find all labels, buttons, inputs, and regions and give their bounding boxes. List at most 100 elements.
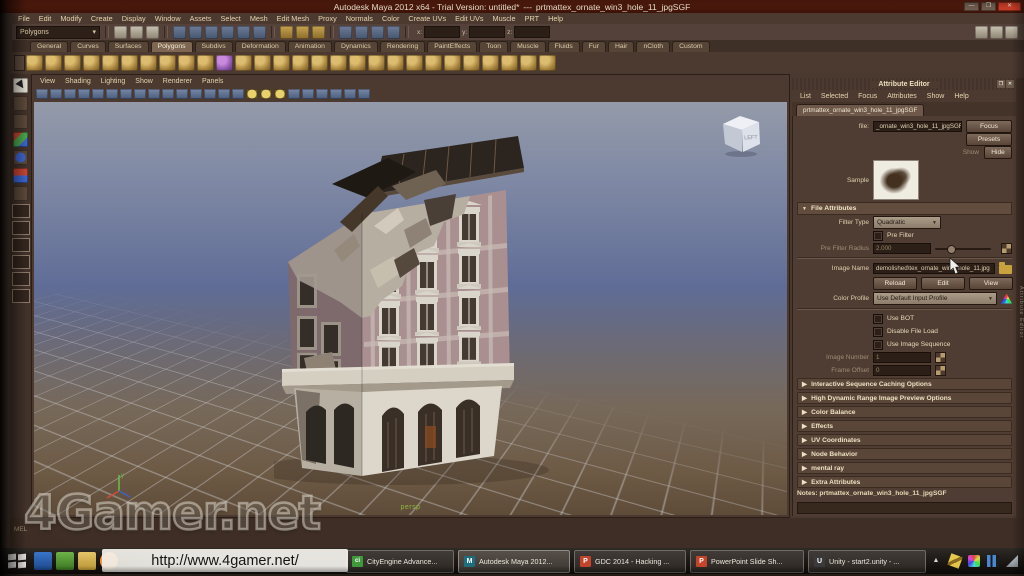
attribute-editor-header[interactable]: Attribute Editor ❐ ✕ bbox=[792, 78, 1016, 90]
taskbar-button-gdc-presentation[interactable]: P GDC 2014 - Hacking ... bbox=[574, 550, 686, 573]
shelf-tab-muscle[interactable]: Muscle bbox=[510, 41, 546, 52]
view-button[interactable]: View bbox=[969, 277, 1013, 290]
menu-item-assets[interactable]: Assets bbox=[190, 14, 212, 23]
section-uv-coordinates[interactable]: ▶ UV Coordinates bbox=[797, 434, 1012, 446]
section-extra-attributes[interactable]: ▶ Extra Attributes bbox=[797, 476, 1012, 488]
poly-tool-icon[interactable] bbox=[368, 55, 385, 71]
viewport-lighting-icon[interactable] bbox=[246, 89, 258, 99]
rotate-tool-icon[interactable] bbox=[13, 150, 28, 165]
frame-offset-field[interactable]: 0 bbox=[873, 365, 931, 376]
poly-tool-icon[interactable] bbox=[292, 55, 309, 71]
use-image-sequence-checkbox[interactable] bbox=[873, 340, 883, 350]
panel-restore-icon[interactable]: ❐ bbox=[997, 80, 1005, 88]
shelf-menu-handle[interactable] bbox=[14, 55, 25, 71]
paint-select-tool-icon[interactable] bbox=[13, 114, 28, 129]
viewport-toolbar-icon[interactable] bbox=[218, 89, 230, 99]
poly-tool-icon[interactable] bbox=[406, 55, 423, 71]
shelf-tab-rendering[interactable]: Rendering bbox=[380, 41, 425, 52]
shelf-tab-curves[interactable]: Curves bbox=[70, 41, 106, 52]
shelf-tab-polygons[interactable]: Polygons bbox=[151, 41, 193, 52]
menu-item-prt[interactable]: PRT bbox=[525, 14, 539, 23]
poly-tool-icon[interactable] bbox=[520, 55, 537, 71]
focus-button[interactable]: Focus bbox=[966, 120, 1012, 133]
menu-item-color[interactable]: Color bbox=[382, 14, 399, 23]
panel-menu-shading[interactable]: Shading bbox=[65, 78, 91, 85]
scene-file-icon[interactable] bbox=[114, 26, 127, 39]
history-tool-icon[interactable] bbox=[312, 26, 325, 39]
menu-item-edit-uvs[interactable]: Edit UVs bbox=[455, 14, 483, 23]
pre-filter-radius-slider[interactable] bbox=[935, 248, 991, 250]
app-taskbar-icon[interactable] bbox=[56, 552, 74, 570]
panel-menu-lighting[interactable]: Lighting bbox=[101, 78, 126, 85]
title-bar[interactable]: Autodesk Maya 2012 x64 - Trial Version: … bbox=[0, 0, 1024, 13]
panel-menu-view[interactable]: View bbox=[40, 78, 55, 85]
viewport-toolbar-icon[interactable] bbox=[148, 89, 160, 99]
ae-menu-help[interactable]: Help bbox=[954, 93, 968, 100]
poly-primitive-icon[interactable] bbox=[121, 55, 138, 71]
reload-button[interactable]: Reload bbox=[873, 277, 917, 290]
shelf-tab-toon[interactable]: Toon bbox=[479, 41, 508, 52]
viewport-display-icon[interactable] bbox=[302, 89, 314, 99]
section-node-behavior[interactable]: ▶ Node Behavior bbox=[797, 448, 1012, 460]
shelf-tab-animation[interactable]: Animation bbox=[288, 41, 332, 52]
disable-file-load-checkbox[interactable] bbox=[873, 327, 883, 337]
section-effects[interactable]: ▶ Effects bbox=[797, 420, 1012, 432]
snap-tool-icon[interactable] bbox=[173, 26, 186, 39]
snap-tool-icon[interactable] bbox=[221, 26, 234, 39]
map-texture-icon[interactable] bbox=[935, 365, 946, 376]
scale-tool-icon[interactable] bbox=[13, 168, 28, 183]
viewport-display-icon[interactable] bbox=[330, 89, 342, 99]
viewport-lighting-icon[interactable] bbox=[274, 89, 286, 99]
ae-menu-list[interactable]: List bbox=[800, 93, 811, 100]
shelf-tab-fur[interactable]: Fur bbox=[582, 41, 606, 52]
viewport-display-icon[interactable] bbox=[344, 89, 356, 99]
tray-expand-icon[interactable]: ▲ bbox=[930, 555, 942, 567]
viewport-display-icon[interactable] bbox=[316, 89, 328, 99]
poly-tool-icon[interactable] bbox=[349, 55, 366, 71]
display-tray-icon[interactable] bbox=[968, 555, 980, 567]
filter-type-dropdown[interactable]: Quadratic ▼ bbox=[873, 216, 941, 229]
history-tool-icon[interactable] bbox=[296, 26, 309, 39]
explorer-taskbar-icon[interactable] bbox=[78, 552, 96, 570]
panel-toggle-icon[interactable] bbox=[1005, 26, 1018, 39]
section-color-balance[interactable]: ▶ Color Balance bbox=[797, 406, 1012, 418]
poly-primitive-icon[interactable] bbox=[45, 55, 62, 71]
taskbar-button-maya[interactable]: M Autodesk Maya 2012... bbox=[458, 550, 570, 573]
start-button[interactable] bbox=[4, 551, 30, 571]
poly-tool-icon[interactable] bbox=[254, 55, 271, 71]
y-input[interactable] bbox=[469, 26, 505, 38]
attribute-editor-side-tab[interactable]: Attribute Editor bbox=[1016, 78, 1024, 546]
poly-primitive-icon[interactable] bbox=[197, 55, 214, 71]
menu-item-window[interactable]: Window bbox=[155, 14, 181, 23]
viewport-toolbar-icon[interactable] bbox=[190, 89, 202, 99]
shelf-tab-ncloth[interactable]: nCloth bbox=[636, 41, 670, 52]
viewport-layout-button[interactable] bbox=[12, 238, 30, 252]
poly-tool-icon[interactable] bbox=[330, 55, 347, 71]
section-file-attributes[interactable]: ▼ File Attributes bbox=[797, 202, 1012, 215]
file-name-field[interactable]: _ornate_win3_hole_11_jpgSGF bbox=[873, 121, 962, 132]
poly-primitive-icon[interactable] bbox=[102, 55, 119, 71]
menu-set-selector[interactable]: Polygons ▾ bbox=[16, 26, 100, 39]
menu-item-normals[interactable]: Normals bbox=[346, 14, 373, 23]
poly-primitive-icon[interactable] bbox=[159, 55, 176, 71]
select-tool-icon[interactable] bbox=[13, 78, 28, 93]
x-input[interactable] bbox=[424, 26, 460, 38]
menu-item-edit-mesh[interactable]: Edit Mesh bbox=[277, 14, 309, 23]
viewport-toolbar-icon[interactable] bbox=[50, 89, 62, 99]
map-texture-icon[interactable] bbox=[935, 352, 946, 363]
pre-filter-radius-field[interactable]: 2.000 bbox=[873, 243, 931, 254]
viewport-toolbar-icon[interactable] bbox=[134, 89, 146, 99]
notes-textarea[interactable] bbox=[797, 502, 1012, 514]
poly-primitive-icon[interactable] bbox=[140, 55, 157, 71]
pre-filter-checkbox[interactable] bbox=[873, 231, 883, 241]
shelf-tab-surfaces[interactable]: Surfaces bbox=[108, 41, 149, 52]
maximize-button[interactable]: ❐ bbox=[981, 2, 996, 11]
view-cube[interactable]: LEFT bbox=[713, 110, 769, 160]
render-tool-icon[interactable] bbox=[339, 26, 352, 39]
viewport-layout-button[interactable] bbox=[12, 221, 30, 235]
panel-menu-renderer[interactable]: Renderer bbox=[163, 78, 192, 85]
viewport-layout-button[interactable] bbox=[12, 255, 30, 269]
taskbar-button-unity[interactable]: U Unity - start2.unity - ... bbox=[808, 550, 926, 573]
menu-item-help[interactable]: Help bbox=[548, 14, 563, 23]
menu-item-edit[interactable]: Edit bbox=[39, 14, 52, 23]
